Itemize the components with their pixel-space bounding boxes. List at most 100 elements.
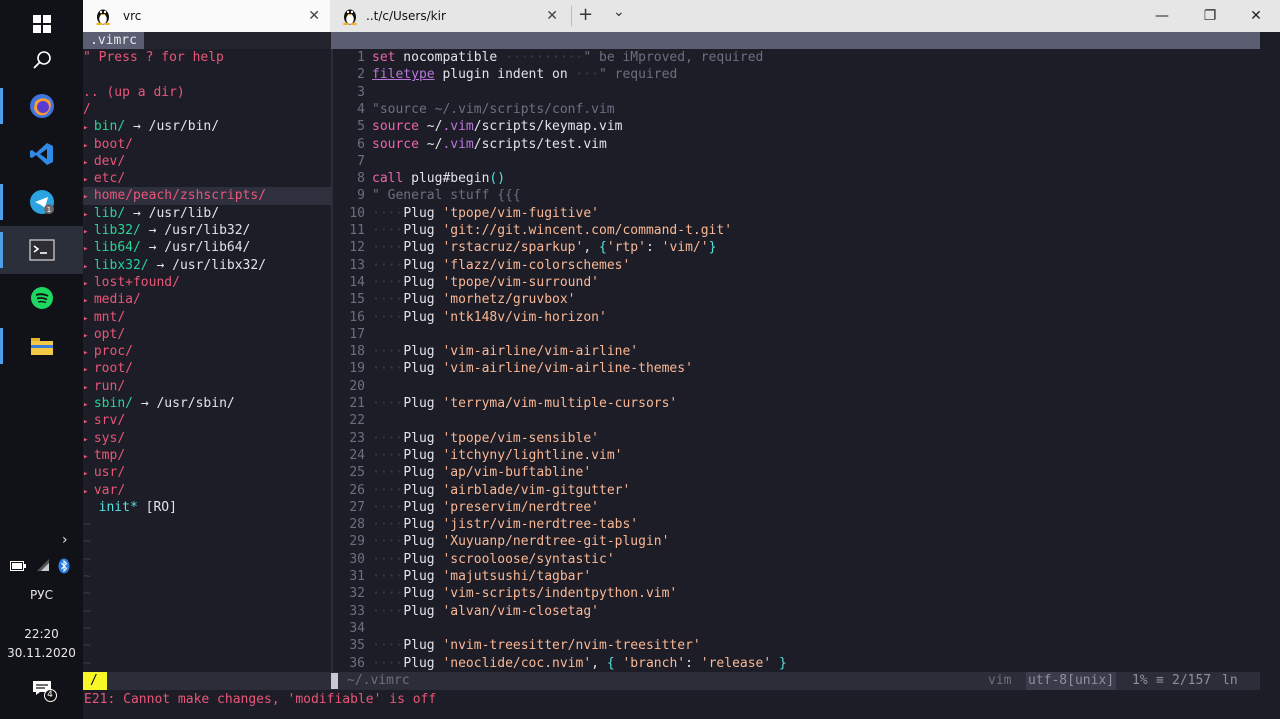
language-indicator[interactable]: РУС xyxy=(0,588,83,602)
code-line[interactable]: 32 ····Plug 'vim-scripts/indentpython.vim… xyxy=(333,585,1260,602)
nerdtree-entry[interactable]: ▸ proc/ xyxy=(83,343,331,360)
clock-date[interactable]: 30.11.2020 xyxy=(0,646,83,660)
nerdtree-symlink-target: → /usr/lib32/ xyxy=(148,223,251,238)
close-window-button[interactable]: ✕ xyxy=(1233,0,1279,32)
code-line[interactable]: 36 ····Plug 'neoclide/coc.nvim', { 'branc… xyxy=(333,655,1260,672)
code-line[interactable]: 35 ····Plug 'nvim-treesitter/nvim-treesit… xyxy=(333,637,1260,654)
nerdtree-entry[interactable]: ▸ run/ xyxy=(83,378,331,395)
nerdtree-entry-name: proc/ xyxy=(93,344,133,360)
editor-buffer[interactable]: 1 set nocompatible ··········" be iMprove… xyxy=(333,49,1260,672)
nerdtree-root[interactable]: / xyxy=(83,101,331,118)
nerdtree-panel[interactable]: " Press ? for help .. (up a dir) / ▸ bin/ →… xyxy=(83,49,331,672)
code-line[interactable]: 25 ····Plug 'ap/vim-buftabline' xyxy=(333,464,1260,481)
code-line[interactable]: 11 ····Plug 'git://git.wincent.com/comman… xyxy=(333,222,1260,239)
nerdtree-up-dir[interactable]: .. (up a dir) xyxy=(83,84,331,101)
empty-line-tilde: ~ xyxy=(83,569,91,584)
nerdtree-tab-label[interactable]: .vimrc xyxy=(83,32,144,49)
code-line[interactable]: 17 xyxy=(333,326,1260,343)
svg-text:1: 1 xyxy=(46,206,50,214)
code-line[interactable]: 6 source ~/.vim/scripts/test.vim xyxy=(333,136,1260,153)
code-line[interactable]: 30 ····Plug 'scrooloose/syntastic' xyxy=(333,551,1260,568)
tab-users-kir[interactable]: ..t/c/Users/kir ✕ xyxy=(330,0,568,32)
taskbar-vscode[interactable] xyxy=(0,130,83,178)
code-line[interactable]: 27 ····Plug 'preservim/nerdtree' xyxy=(333,499,1260,516)
nerdtree-entry[interactable]: ▸ dev/ xyxy=(83,153,331,170)
code-line[interactable]: 5 source ~/.vim/scripts/keymap.vim xyxy=(333,118,1260,135)
code-line[interactable]: 28 ····Plug 'jistr/vim-nerdtree-tabs' xyxy=(333,516,1260,533)
tab-dropdown-button[interactable]: ⌄ xyxy=(613,4,625,20)
code-line[interactable]: 12 ····Plug 'rstacruz/sparkup', {'rtp': '… xyxy=(333,239,1260,256)
code-line[interactable]: 31 ····Plug 'majutsushi/tagbar' xyxy=(333,568,1260,585)
code-line[interactable]: 8 call plug#begin() xyxy=(333,170,1260,187)
nerdtree-entry[interactable]: ▸ sbin/ → /usr/sbin/ xyxy=(83,395,331,412)
code-token: Plug xyxy=(403,430,443,446)
taskbar-file-explorer[interactable] xyxy=(0,322,83,370)
code-line[interactable]: 7 xyxy=(333,153,1260,170)
code-line[interactable]: 23 ····Plug 'tpope/vim-sensible' xyxy=(333,430,1260,447)
code-line[interactable]: 22 xyxy=(333,412,1260,429)
code-line[interactable]: 2 filetype plugin indent on ···" required xyxy=(333,66,1260,83)
taskbar-terminal[interactable] xyxy=(0,226,83,274)
code-token: /scripts/keymap.vim xyxy=(473,119,623,135)
nerdtree-entry[interactable]: ▸ mnt/ xyxy=(83,309,331,326)
wifi-icon[interactable] xyxy=(36,558,50,575)
minimize-button[interactable]: — xyxy=(1139,0,1185,32)
code-line[interactable]: 24 ····Plug 'itchyny/lightline.vim' xyxy=(333,447,1260,464)
nerdtree-entry[interactable]: ▸ sys/ xyxy=(83,430,331,447)
code-line[interactable]: 10 ····Plug 'tpope/vim-fugitive' xyxy=(333,205,1260,222)
close-tab-icon[interactable]: ✕ xyxy=(546,8,558,24)
clock-time[interactable]: 22:20 xyxy=(0,627,83,641)
nerdtree-entry[interactable]: ▸ etc/ xyxy=(83,170,331,187)
nerdtree-exec-file[interactable]: init* [RO] xyxy=(83,499,331,516)
code-line[interactable]: 4 "source ~/.vim/scripts/conf.vim xyxy=(333,101,1260,118)
nerdtree-entry[interactable]: ▸ lib32/ → /usr/lib32/ xyxy=(83,222,331,239)
nerdtree-entry[interactable]: ▸ bin/ → /usr/bin/ xyxy=(83,118,331,135)
expand-arrow-icon: ▸ xyxy=(83,296,94,307)
code-line[interactable]: 9 " General stuff {{{ xyxy=(333,187,1260,204)
code-line[interactable]: 21 ····Plug 'terryma/vim-multiple-cursors… xyxy=(333,395,1260,412)
nerdtree-entry[interactable]: ▸ tmp/ xyxy=(83,447,331,464)
close-tab-icon[interactable]: ✕ xyxy=(308,8,320,24)
code-line[interactable]: 19 ····Plug 'vim-airline/vim-airline-them… xyxy=(333,360,1260,377)
taskbar-firefox[interactable] xyxy=(0,82,83,130)
restore-button[interactable]: ❐ xyxy=(1187,0,1233,32)
nerdtree-entry[interactable]: ▸ opt/ xyxy=(83,326,331,343)
taskbar-telegram[interactable]: 1 xyxy=(0,178,83,226)
code-line[interactable]: 34 xyxy=(333,620,1260,637)
code-token: ···· xyxy=(372,205,404,221)
nerdtree-entry[interactable]: ▸ root/ xyxy=(83,360,331,377)
code-line[interactable]: 15 ····Plug 'morhetz/gruvbox' xyxy=(333,291,1260,308)
nerdtree-help-hint[interactable]: " Press ? for help xyxy=(83,49,331,66)
battery-icon[interactable] xyxy=(10,560,26,574)
code-line[interactable]: 20 xyxy=(333,378,1260,395)
code-token: Plug xyxy=(403,396,443,411)
nerdtree-entry[interactable]: ▸ srv/ xyxy=(83,412,331,429)
search-button[interactable] xyxy=(0,36,83,84)
nerdtree-entry[interactable]: ▸ lost+found/ xyxy=(83,274,331,291)
tab-vrc[interactable]: vrc ✕ xyxy=(83,0,330,32)
code-line[interactable]: 3 xyxy=(333,84,1260,101)
bluetooth-icon[interactable] xyxy=(58,558,70,577)
action-center-button[interactable]: 4 xyxy=(0,680,83,702)
new-tab-button[interactable]: + xyxy=(578,4,593,25)
code-line[interactable]: 18 ····Plug 'vim-airline/vim-airline' xyxy=(333,343,1260,360)
command-line[interactable]: E21: Cannot make changes, 'modifiable' i… xyxy=(83,690,1260,719)
code-line[interactable]: 16 ····Plug 'ntk148v/vim-horizon' xyxy=(333,309,1260,326)
code-line[interactable]: 13 ····Plug 'flazz/vim-colorschemes' xyxy=(333,257,1260,274)
code-token: ···· xyxy=(372,465,404,481)
nerdtree-entry[interactable]: ▸ media/ xyxy=(83,291,331,308)
code-line[interactable]: 29 ····Plug 'Xuyuanp/nerdtree-git-plugin' xyxy=(333,533,1260,550)
nerdtree-entry[interactable]: ▸ libx32/ → /usr/libx32/ xyxy=(83,257,331,274)
nerdtree-entry[interactable]: ▸ home/peach/zshscripts/ xyxy=(83,187,331,205)
taskbar-spotify[interactable] xyxy=(0,274,83,322)
nerdtree-entry[interactable]: ▸ boot/ xyxy=(83,136,331,153)
nerdtree-entry-name: root/ xyxy=(93,361,133,377)
nerdtree-entry[interactable]: ▸ lib/ → /usr/lib/ xyxy=(83,205,331,222)
code-line[interactable]: 1 set nocompatible ··········" be iMprove… xyxy=(333,49,1260,66)
code-line[interactable]: 33 ····Plug 'alvan/vim-closetag' xyxy=(333,603,1260,620)
nerdtree-entry[interactable]: ▸ lib64/ → /usr/lib64/ xyxy=(83,239,331,256)
nerdtree-entry[interactable]: ▸ usr/ xyxy=(83,464,331,481)
nerdtree-entry[interactable]: ▸ var/ xyxy=(83,482,331,499)
code-line[interactable]: 26 ····Plug 'airblade/vim-gitgutter' xyxy=(333,482,1260,499)
code-line[interactable]: 14 ····Plug 'tpope/vim-surround' xyxy=(333,274,1260,291)
